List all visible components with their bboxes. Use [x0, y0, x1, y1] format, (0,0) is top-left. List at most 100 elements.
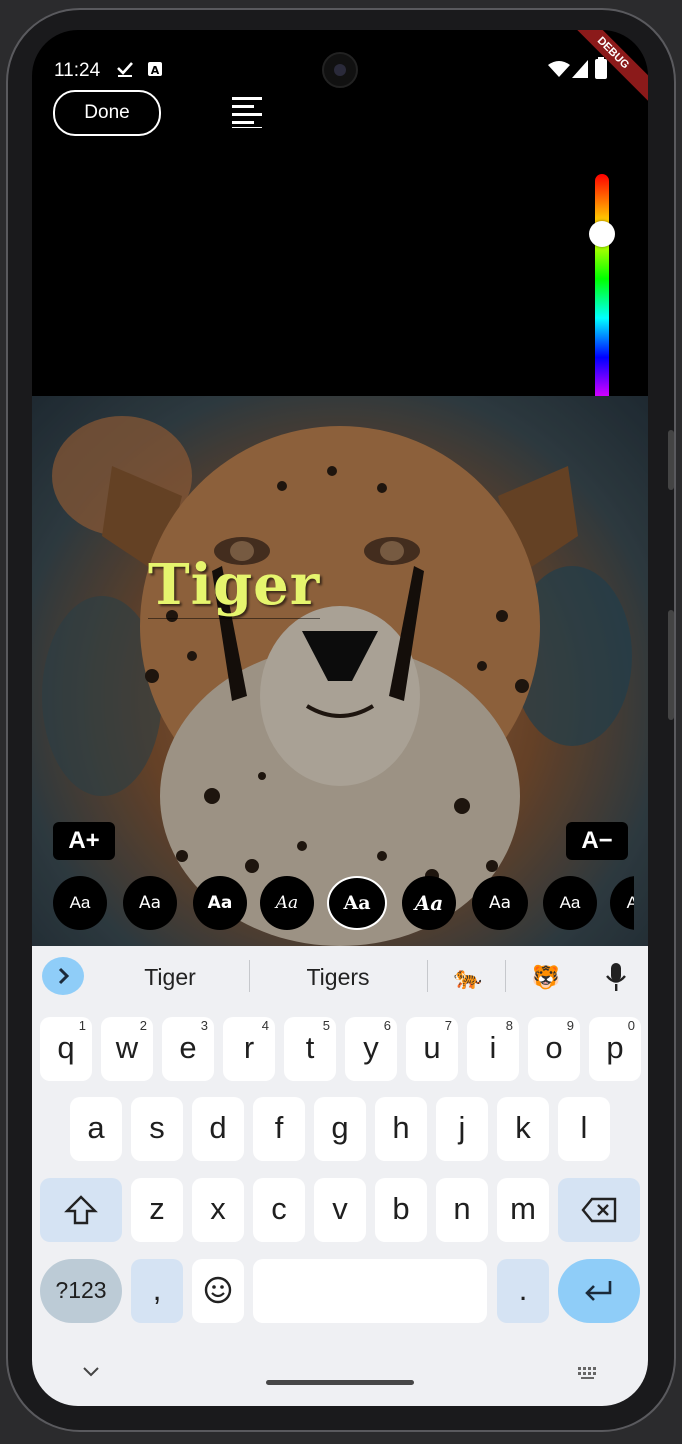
suggestion-word[interactable]: Tiger — [100, 964, 240, 991]
battery-icon — [595, 57, 607, 79]
key-letter: q — [57, 1030, 75, 1065]
key-letter: y — [363, 1030, 379, 1065]
keyboard: Tiger Tigers 🐅 🐯 q1 w2 e3 r4 t5 y6 u7 i8… — [32, 946, 648, 1406]
expand-toolbar-button[interactable] — [42, 957, 84, 995]
smiley-icon — [204, 1276, 232, 1304]
comma-key[interactable]: , — [131, 1259, 183, 1323]
key-w[interactable]: w2 — [101, 1017, 153, 1081]
space-key[interactable] — [253, 1259, 487, 1323]
font-option[interactable]: Aa — [123, 876, 177, 930]
font-picker: Aa Aa Aa Aa Aa Aa Aa Aa Aa — [32, 872, 634, 932]
key-letter: p — [606, 1030, 624, 1065]
key-v[interactable]: v — [314, 1178, 366, 1242]
key-z[interactable]: z — [131, 1178, 183, 1242]
suggestion-bar: Tiger Tigers 🐅 🐯 — [32, 946, 648, 1008]
key-letter: i — [489, 1030, 497, 1065]
tiger-face-emoji-suggestion[interactable]: 🐯 — [520, 964, 572, 991]
key-k[interactable]: k — [497, 1097, 549, 1161]
decrease-font-size-button[interactable]: A− — [566, 822, 628, 860]
key-b[interactable]: b — [375, 1178, 427, 1242]
key-letter: e — [179, 1030, 197, 1065]
microphone-icon[interactable] — [604, 961, 628, 993]
symbols-key[interactable]: ?123 — [40, 1259, 122, 1323]
key-number: 9 — [566, 1018, 574, 1033]
shift-key[interactable] — [40, 1178, 122, 1242]
key-r[interactable]: r4 — [223, 1017, 275, 1081]
key-q[interactable]: q1 — [40, 1017, 92, 1081]
key-i[interactable]: i8 — [467, 1017, 519, 1081]
font-option[interactable]: Aa — [53, 876, 107, 930]
divider — [249, 960, 250, 992]
key-x[interactable]: x — [192, 1178, 244, 1242]
enter-key[interactable] — [558, 1259, 640, 1323]
key-f[interactable]: f — [253, 1097, 305, 1161]
key-number: 5 — [322, 1018, 330, 1033]
backspace-key[interactable] — [558, 1178, 640, 1242]
home-indicator[interactable] — [266, 1380, 414, 1385]
shift-icon — [64, 1195, 98, 1225]
power-button — [668, 610, 674, 720]
increase-font-size-button[interactable]: A+ — [53, 822, 115, 860]
key-s[interactable]: s — [131, 1097, 183, 1161]
divider — [505, 960, 506, 992]
key-number: 8 — [505, 1018, 513, 1033]
wifi-icon — [548, 61, 570, 77]
key-a[interactable]: a — [70, 1097, 122, 1161]
key-t[interactable]: t5 — [284, 1017, 336, 1081]
backspace-icon — [581, 1197, 617, 1223]
volume-button — [668, 430, 674, 490]
keyboard-switch-icon[interactable] — [577, 1366, 601, 1380]
key-y[interactable]: y6 — [345, 1017, 397, 1081]
text-align-left-icon[interactable] — [232, 96, 266, 128]
text-overlay[interactable]: Tiger — [148, 552, 321, 619]
key-number: 4 — [261, 1018, 269, 1033]
color-slider-handle[interactable] — [589, 221, 615, 247]
key-n[interactable]: n — [436, 1178, 488, 1242]
chevron-down-icon[interactable] — [82, 1366, 100, 1378]
key-number: 2 — [139, 1018, 147, 1033]
suggestion-word[interactable]: Tigers — [258, 964, 418, 991]
font-option[interactable]: Aa — [193, 876, 247, 930]
key-number: 3 — [200, 1018, 208, 1033]
key-u[interactable]: u7 — [406, 1017, 458, 1081]
status-bar: 11:24 A DEBUG — [32, 30, 648, 106]
key-p[interactable]: p0 — [589, 1017, 641, 1081]
key-letter: o — [545, 1030, 563, 1065]
key-j[interactable]: j — [436, 1097, 488, 1161]
download-done-icon — [117, 62, 133, 77]
key-l[interactable]: l — [558, 1097, 610, 1161]
keyboard-notification-icon: A — [148, 62, 162, 77]
key-letter: t — [305, 1030, 315, 1065]
key-number: 7 — [444, 1018, 452, 1033]
signal-icon — [572, 60, 588, 78]
chevron-right-icon — [58, 967, 70, 985]
tiger-emoji-suggestion[interactable]: 🐅 — [442, 964, 494, 991]
font-option[interactable]: Aa — [260, 876, 314, 930]
font-option[interactable]: Aa — [543, 876, 597, 930]
front-camera — [322, 52, 358, 88]
key-c[interactable]: c — [253, 1178, 305, 1242]
divider — [427, 960, 428, 992]
emoji-key[interactable] — [192, 1259, 244, 1323]
key-m[interactable]: m — [497, 1178, 549, 1242]
status-time: 11:24 — [54, 60, 101, 81]
key-d[interactable]: d — [192, 1097, 244, 1161]
key-number: 6 — [383, 1018, 391, 1033]
font-option-selected[interactable]: Aa — [327, 876, 387, 930]
font-option[interactable]: Aa — [472, 876, 528, 930]
key-number: 1 — [78, 1018, 86, 1033]
key-letter: u — [423, 1030, 441, 1065]
cheetah-image — [32, 396, 648, 946]
enter-icon — [585, 1281, 612, 1301]
key-g[interactable]: g — [314, 1097, 366, 1161]
key-h[interactable]: h — [375, 1097, 427, 1161]
font-option[interactable]: Aa — [402, 876, 456, 930]
done-button[interactable]: Done — [53, 90, 161, 136]
screen: 11:24 A DEBUG Done Tiger A+ A− Aa Aa Aa … — [32, 30, 648, 1406]
svg-text:A: A — [151, 64, 160, 77]
period-key[interactable]: . — [497, 1259, 549, 1323]
key-e[interactable]: e3 — [162, 1017, 214, 1081]
font-option[interactable]: Aa — [610, 876, 634, 930]
key-number: 0 — [627, 1018, 635, 1033]
key-o[interactable]: o9 — [528, 1017, 580, 1081]
